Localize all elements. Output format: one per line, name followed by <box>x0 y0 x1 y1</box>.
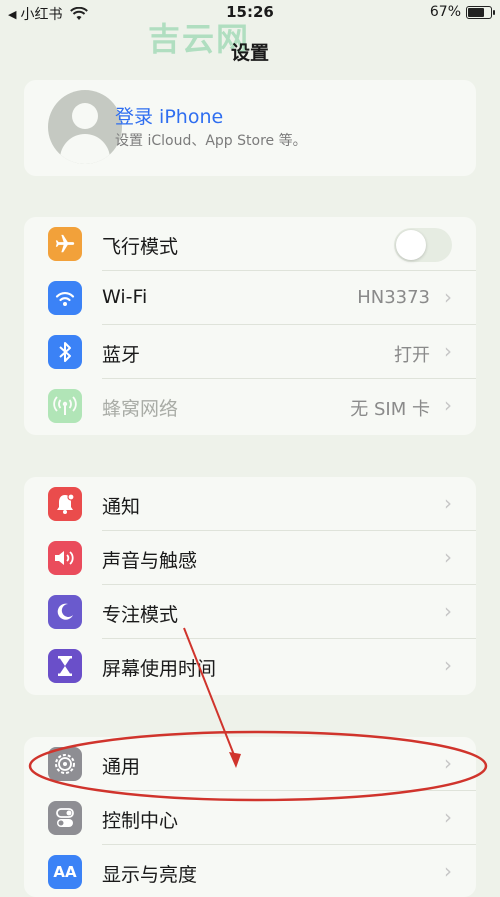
person-silhouette-icon <box>48 90 122 164</box>
chevron-right-icon: › <box>444 545 452 569</box>
row-label: 声音与触感 <box>102 550 198 572</box>
bell-icon <box>48 487 82 521</box>
row-label: 蓝牙 <box>102 344 141 366</box>
sign-in-subtitle: 设置 iCloud、App Store 等。 <box>115 133 307 149</box>
settings-row-airplane-mode[interactable]: 飞行模式 <box>24 217 476 271</box>
row-label: 屏幕使用时间 <box>102 658 217 680</box>
apple-id-sign-in-card[interactable] <box>24 80 476 176</box>
airplane-mode-toggle[interactable] <box>394 228 452 262</box>
row-label: 控制中心 <box>102 810 179 832</box>
chevron-right-icon: › <box>444 653 452 677</box>
settings-row-general[interactable]: 通用 › <box>24 737 476 791</box>
notifications-group: 通知 › 声音与触感 › 专注模式 › 屏幕使用时间 › <box>24 477 476 695</box>
chevron-right-icon: › <box>444 805 452 829</box>
settings-row-screen-time[interactable]: 屏幕使用时间 › <box>24 639 476 693</box>
airplane-icon <box>48 227 82 261</box>
text-size-icon: AA <box>48 855 82 889</box>
chevron-right-icon: › <box>444 339 452 363</box>
chevron-right-icon: › <box>444 491 452 515</box>
bluetooth-icon <box>48 335 82 369</box>
row-label: 专注模式 <box>102 604 179 626</box>
connectivity-group: 飞行模式 Wi-Fi HN3373 › 蓝牙 打开 › 蜂窝网络 无 SIM 卡… <box>24 217 476 435</box>
chevron-right-icon: › <box>444 393 452 417</box>
settings-row-bluetooth[interactable]: 蓝牙 打开 › <box>24 325 476 379</box>
row-label: Wi-Fi <box>102 286 148 308</box>
chevron-right-icon: › <box>444 859 452 883</box>
row-value: 打开 <box>394 345 430 366</box>
wifi-icon <box>48 281 82 315</box>
settings-row-cellular[interactable]: 蜂窝网络 无 SIM 卡 › <box>24 379 476 433</box>
row-label: 通用 <box>102 756 141 778</box>
moon-icon <box>48 595 82 629</box>
chevron-right-icon: › <box>444 285 452 309</box>
sign-in-title[interactable]: 登录 iPhone <box>115 102 223 129</box>
settings-row-focus[interactable]: 专注模式 › <box>24 585 476 639</box>
settings-row-control-center[interactable]: 控制中心 › <box>24 791 476 845</box>
battery-percent: 67% <box>429 4 461 20</box>
general-group: 通用 › 控制中心 › AA 显示与亮度 › <box>24 737 476 897</box>
hourglass-icon <box>48 649 82 683</box>
cellular-antenna-icon <box>48 389 82 423</box>
settings-row-wifi[interactable]: Wi-Fi HN3373 › <box>24 271 476 325</box>
battery-icon <box>466 5 495 19</box>
toggles-icon <box>48 801 82 835</box>
settings-row-sounds[interactable]: 声音与触感 › <box>24 531 476 585</box>
row-value: 无 SIM 卡 <box>350 399 430 420</box>
row-value: HN3373 <box>357 287 430 308</box>
page-title: 设置 <box>230 42 269 64</box>
row-label: 蜂窝网络 <box>102 398 179 420</box>
chevron-right-icon: › <box>444 599 452 623</box>
row-label: 飞行模式 <box>102 236 179 258</box>
settings-row-notifications[interactable]: 通知 › <box>24 477 476 531</box>
settings-row-display[interactable]: AA 显示与亮度 › <box>24 845 476 897</box>
row-label: 通知 <box>102 496 141 518</box>
gear-icon <box>48 747 82 781</box>
chevron-right-icon: › <box>444 751 452 775</box>
row-label: 显示与亮度 <box>102 864 198 886</box>
battery-indicator: 67% <box>429 4 495 20</box>
speaker-icon <box>48 541 82 575</box>
